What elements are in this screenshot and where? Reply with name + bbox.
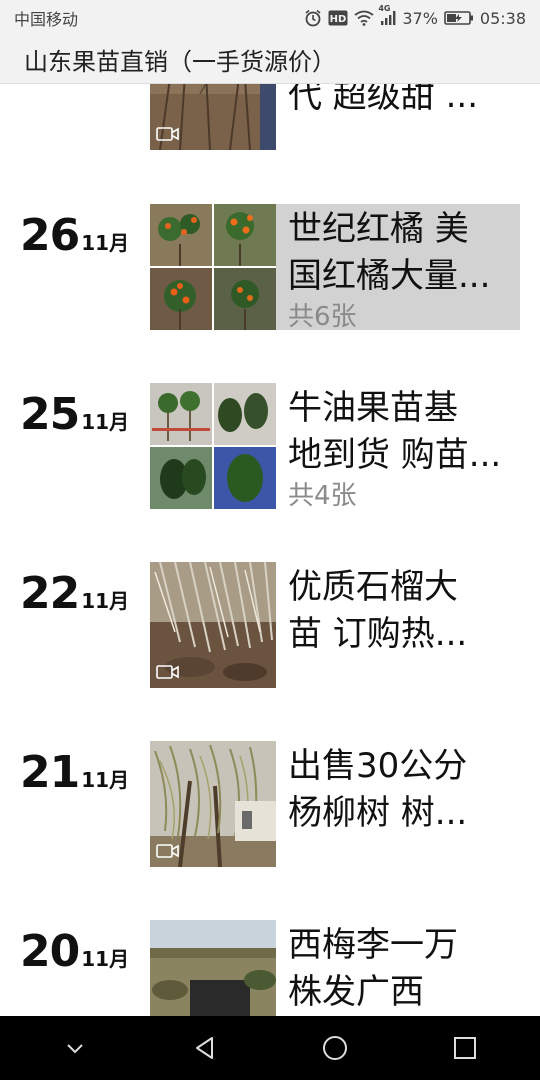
system-nav-bar: [0, 1016, 540, 1080]
recent-apps-icon: [454, 1037, 476, 1059]
post-text[interactable]: 代 超级甜 ...: [288, 84, 520, 120]
nav-back-button[interactable]: [175, 1018, 235, 1078]
post-day: 25: [20, 389, 80, 440]
post-thumbnail[interactable]: [150, 741, 276, 867]
video-icon: [156, 127, 179, 141]
post-day: 22: [20, 568, 80, 619]
post-month: 11月: [81, 589, 130, 613]
post-date: 25 11月: [20, 389, 129, 440]
post-text[interactable]: 西梅李一万 株发广西: [288, 922, 520, 1016]
home-icon: [323, 1036, 347, 1060]
post-title-line: 出售30公分: [288, 746, 468, 786]
post-title: 优质石榴大 苗 订购热...: [288, 564, 520, 658]
post-title: 出售30公分 杨柳树 树...: [288, 743, 520, 837]
page-header: 山东果苗直销（一手货源价）: [0, 36, 540, 84]
post-month: 11月: [81, 231, 130, 255]
post-text[interactable]: 世纪红橘 美 国红橘大量... 共6张: [288, 206, 520, 334]
post-title-line: 牛油果苗基: [288, 388, 458, 428]
post-text[interactable]: 牛油果苗基 地到货 购苗... 共4张: [288, 385, 520, 513]
thumbnail-image: [150, 383, 276, 509]
post-title: 西梅李一万 株发广西: [288, 922, 520, 1016]
post-thumbnail[interactable]: [150, 920, 276, 1016]
clock: 05:38: [479, 8, 526, 28]
post-title-line: 地到货 购苗...: [288, 435, 502, 475]
list-item[interactable]: 25 11月 牛油果苗基 地到货 购苗... 共4张: [0, 383, 540, 511]
post-month: 11月: [81, 947, 130, 971]
list-item[interactable]: 20 11月 西梅李一万 株发广西: [0, 920, 540, 1016]
wifi-icon: [354, 10, 374, 26]
list-item[interactable]: 代 超级甜 ...: [0, 84, 540, 150]
post-text[interactable]: 优质石榴大 苗 订购热...: [288, 564, 520, 658]
post-title-line: 代 超级甜 ...: [288, 84, 479, 116]
post-day: 20: [20, 926, 80, 977]
back-icon: [196, 1037, 213, 1059]
post-thumbnail[interactable]: [150, 562, 276, 688]
post-title: 代 超级甜 ...: [288, 84, 520, 120]
photo-count: 共6张: [288, 302, 357, 332]
nav-recent-button[interactable]: [435, 1018, 495, 1078]
thumbnail-image: [150, 204, 276, 330]
list-item[interactable]: 22 11月 优质石榴大 苗 订购热...: [0, 562, 540, 688]
signal-indicator: 4G: [378, 4, 396, 26]
nav-hide-button[interactable]: [45, 1018, 105, 1078]
battery-percent: 37%: [402, 8, 438, 28]
post-date: 26 11月: [20, 210, 129, 261]
list-item[interactable]: 26 11月 世纪红橘 美 国红橘大量... 共6张: [0, 204, 540, 332]
photo-count: 共4张: [288, 481, 357, 511]
post-title-line: 株发广西: [288, 972, 424, 1012]
post-thumbnail[interactable]: [150, 204, 276, 330]
post-month: 11月: [81, 768, 130, 792]
post-title: 牛油果苗基 地到货 购苗...: [288, 385, 520, 479]
hd-icon: HD: [328, 10, 348, 26]
post-date: 20 11月: [20, 926, 129, 977]
network-label: 4G: [378, 4, 391, 13]
post-text[interactable]: 出售30公分 杨柳树 树...: [288, 743, 520, 837]
carrier-label: 中国移动: [14, 10, 79, 29]
chevron-down-icon: [67, 1044, 83, 1054]
status-icons: HD 4G 37% 05:38: [304, 4, 526, 28]
list-item[interactable]: 21 11月 出售30公分 杨柳树 树...: [0, 741, 540, 867]
post-title-line: 西梅李一万: [288, 925, 458, 965]
thumbnail-image: [150, 920, 276, 1016]
status-bar: 中国移动 HD 4G 37% 05:38: [0, 0, 540, 36]
post-day: 26: [20, 210, 80, 261]
svg-text:HD: HD: [330, 14, 347, 25]
post-title-line: 国红橘大量...: [288, 256, 491, 296]
post-title-line: 杨柳树 树...: [288, 793, 468, 833]
post-title-line: 苗 订购热...: [288, 614, 468, 654]
video-icon: [156, 665, 179, 679]
post-date: 22 11月: [20, 568, 129, 619]
video-icon: [156, 844, 179, 858]
post-title: 世纪红橘 美 国红橘大量...: [288, 206, 520, 300]
post-date: 21 11月: [20, 747, 129, 798]
post-thumbnail[interactable]: [150, 383, 276, 509]
post-title-line: 世纪红橘 美: [288, 209, 469, 249]
page-title: 山东果苗直销（一手货源价）: [24, 48, 336, 76]
post-day: 21: [20, 747, 80, 798]
post-thumbnail[interactable]: [150, 84, 276, 150]
battery-icon: [444, 11, 473, 25]
post-title-line: 优质石榴大: [288, 567, 458, 607]
post-feed[interactable]: 代 超级甜 ... 26 11月 世纪红橘 美 国红橘大量... 共6张 25 …: [0, 84, 540, 1016]
alarm-icon: [305, 9, 321, 27]
post-month: 11月: [81, 410, 130, 434]
nav-home-button[interactable]: [305, 1018, 365, 1078]
